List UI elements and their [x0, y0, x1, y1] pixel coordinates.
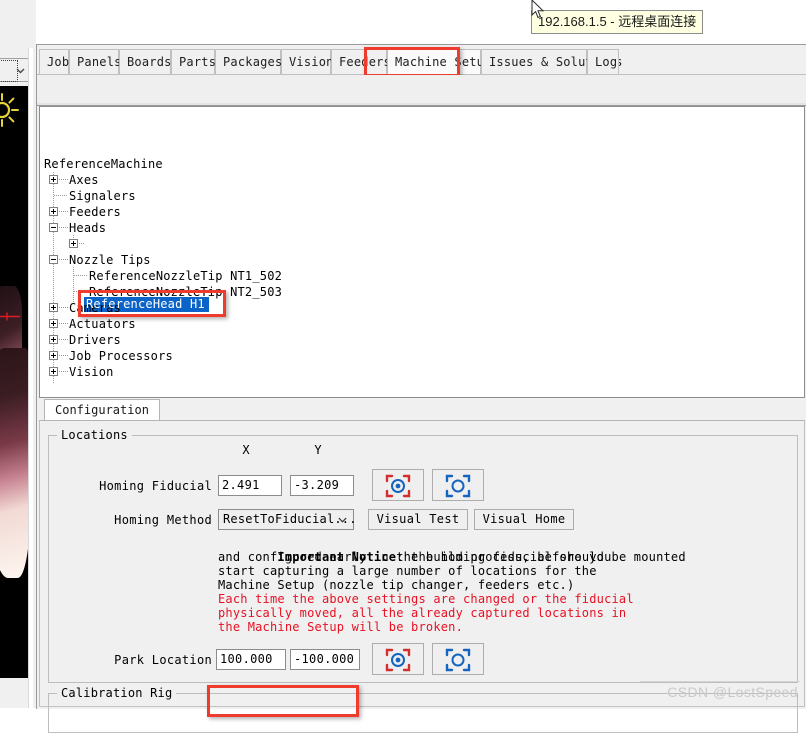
annotation-box-machine-setup-tab — [364, 47, 460, 77]
tree-expander-vision[interactable] — [49, 367, 58, 376]
move-to-position-icon — [445, 648, 471, 672]
tree-item-signalers[interactable]: Signalers — [69, 188, 136, 204]
locations-group-title: Locations — [57, 428, 132, 442]
important-notice-line-4: Machine Setup (nozzle tip changer, feede… — [218, 578, 575, 592]
warning-notice-line-3: the Machine Setup will be broken. — [218, 620, 464, 634]
important-notice-line-3: start capturing a large number of locati… — [218, 564, 597, 578]
tree-item-nozzletip-nt1-502[interactable]: ReferenceNozzleTip NT1_502 — [89, 268, 282, 284]
annotation-box-reference-head — [78, 290, 226, 317]
park-location-capture-button[interactable] — [372, 643, 424, 675]
tree-expander-actuators[interactable] — [49, 319, 58, 328]
tree-connector — [54, 195, 68, 196]
tree-connector — [59, 211, 68, 212]
warning-notice-line-2: physically moved, all the already captur… — [218, 606, 627, 620]
window-gap — [28, 48, 33, 708]
tree-connector — [79, 243, 84, 244]
homing-method-select[interactable]: ResetToFiducial... — [218, 509, 357, 530]
chevron-down-icon — [16, 68, 25, 74]
tree-item-nozzle-tips[interactable]: Nozzle Tips — [69, 252, 151, 268]
warning-notice-line-1: Each time the above settings are changed… — [218, 592, 634, 606]
tab-vision[interactable]: Vision — [281, 49, 333, 74]
tab-boards[interactable]: Boards — [119, 49, 171, 74]
watermark: CSDN @LostSpeed — [667, 684, 798, 700]
tree-root-label[interactable]: ReferenceMachine — [44, 156, 163, 172]
tree-connector — [59, 355, 68, 356]
tab-panels[interactable]: Panels — [69, 49, 121, 74]
annotation-box-park-location — [207, 685, 359, 717]
tree-expander-heads[interactable] — [49, 223, 58, 232]
machine-tree-panel[interactable]: ReferenceMachine Axes Signalers Feeders … — [39, 106, 805, 398]
tree-expander-nozzle-tips[interactable] — [49, 255, 58, 264]
calibration-rig-group-title: Calibration Rig — [57, 686, 177, 700]
toolbar-area — [37, 75, 806, 103]
tab-parts[interactable]: Parts — [171, 49, 216, 74]
background-camera-view — [0, 86, 28, 678]
tree-item-heads[interactable]: Heads — [69, 220, 106, 236]
park-location-move-button[interactable] — [432, 643, 484, 675]
tree-connector — [59, 179, 68, 180]
park-location-x-input[interactable]: 100.000 — [216, 649, 286, 670]
homing-fiducial-label: Homing Fiducial — [99, 479, 212, 493]
chevron-down-icon — [338, 517, 347, 523]
tree-expander-reference-head[interactable] — [69, 239, 78, 248]
tree-item-drivers[interactable]: Drivers — [69, 332, 121, 348]
tree-item-job-processors[interactable]: Job Processors — [69, 348, 173, 364]
tree-connector — [73, 267, 74, 303]
move-to-position-icon — [445, 474, 471, 498]
tab-issues-solutions[interactable]: Issues & Solutions — [481, 49, 622, 74]
background-combobox[interactable] — [0, 58, 30, 82]
tree-connector — [59, 227, 68, 228]
tree-connector — [59, 371, 68, 372]
capture-position-icon — [385, 648, 411, 672]
remote-desktop-tooltip: 192.168.1.5 - 远程桌面连接 — [531, 10, 704, 34]
park-location-y-input[interactable]: -100.000 — [290, 649, 360, 670]
important-notice-line-2: and configured early in the build proces… — [218, 550, 612, 564]
openpnp-main-window: Job Panels Boards Parts Packages Vision … — [36, 44, 806, 733]
tree-item-actuators[interactable]: Actuators — [69, 316, 136, 332]
tree-item-feeders[interactable]: Feeders — [69, 204, 121, 220]
homing-method-value: ResetToFiducial... — [223, 512, 357, 526]
column-header-x: X — [242, 443, 250, 457]
capture-position-icon — [385, 474, 411, 498]
homing-method-label: Homing Method — [114, 513, 212, 527]
tab-log[interactable]: Log — [587, 49, 619, 74]
tree-item-axes[interactable]: Axes — [69, 172, 99, 188]
homing-fiducial-x-input[interactable]: 2.491 — [218, 475, 282, 496]
tree-expander-feeders[interactable] — [49, 207, 58, 216]
visual-home-button[interactable]: Visual Home — [474, 509, 574, 530]
configuration-panel: Configuration Locations X Y Homing Fiduc… — [39, 399, 805, 733]
homing-fiducial-capture-button[interactable] — [372, 469, 424, 501]
tab-packages[interactable]: Packages — [215, 49, 282, 74]
camera-image-dark-region — [0, 578, 28, 678]
homing-fiducial-y-input[interactable]: -3.209 — [290, 475, 354, 496]
homing-fiducial-move-button[interactable] — [432, 469, 484, 501]
tree-connector — [59, 339, 68, 340]
tree-connector — [59, 259, 68, 260]
mouse-arrow-cursor — [531, 0, 545, 19]
column-header-y: Y — [314, 443, 322, 457]
watermark-rule — [640, 681, 800, 682]
tree-expander-drivers[interactable] — [49, 335, 58, 344]
tree-expander-job-processors[interactable] — [49, 351, 58, 360]
sun-icon — [0, 93, 19, 127]
tree-connector — [59, 307, 68, 308]
tree-connector — [74, 275, 88, 276]
tree-item-vision[interactable]: Vision — [69, 364, 114, 380]
visual-test-button[interactable]: Visual Test — [368, 509, 468, 530]
configuration-body: Locations X Y Homing Fiducial 2.491 -3.2… — [39, 421, 805, 733]
park-location-label: Park Location — [114, 653, 212, 667]
camera-image-region-lower — [0, 348, 28, 578]
tree-expander-axes[interactable] — [49, 175, 58, 184]
tab-job[interactable]: Job — [39, 49, 69, 74]
tree-connector — [59, 323, 68, 324]
crosshair-icon — [0, 312, 20, 321]
tab-configuration[interactable]: Configuration — [44, 399, 160, 421]
tree-expander-cameras[interactable] — [49, 303, 58, 312]
